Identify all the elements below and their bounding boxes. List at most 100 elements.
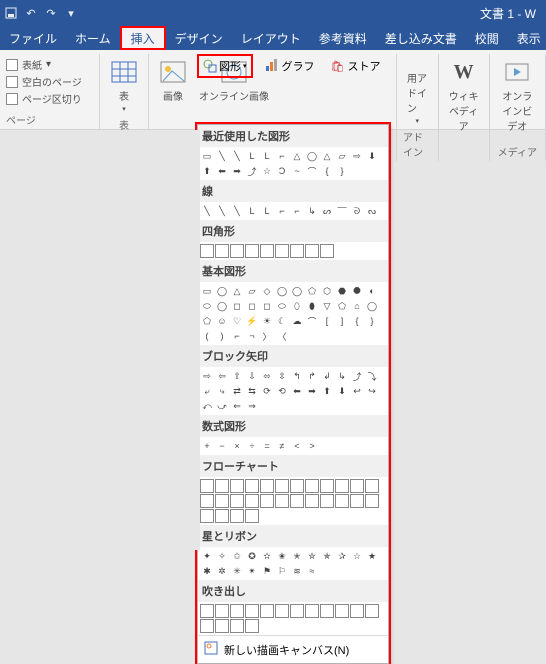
shape-item[interactable]: △ xyxy=(320,149,334,163)
shape-item[interactable]: ▭ xyxy=(200,149,214,163)
shape-item[interactable]: ╲ xyxy=(230,204,244,218)
shape-item[interactable]: ✬ xyxy=(275,549,289,563)
shape-item[interactable]: ⬄ xyxy=(260,369,274,383)
shape-item[interactable]: ◻ xyxy=(260,299,274,313)
shape-item[interactable]: ⬠ xyxy=(200,314,214,328)
shape-item[interactable] xyxy=(230,619,244,633)
shape-item[interactable]: ◯ xyxy=(275,284,289,298)
shape-item[interactable]: △ xyxy=(290,149,304,163)
shape-item[interactable]: = xyxy=(260,439,274,453)
shape-item[interactable]: ⇨ xyxy=(200,369,214,383)
shape-item[interactable] xyxy=(350,604,364,618)
shape-item[interactable]: ◇ xyxy=(260,284,274,298)
shape-item[interactable]: ☀ xyxy=(260,314,274,328)
table-button[interactable]: 表 ▾ xyxy=(106,56,142,115)
shape-item[interactable]: ➡ xyxy=(230,164,244,178)
shape-item[interactable] xyxy=(215,509,229,523)
shape-item[interactable] xyxy=(215,604,229,618)
shape-item[interactable]: L xyxy=(245,149,259,163)
shape-item[interactable]: ⤵ xyxy=(365,369,379,383)
shape-item[interactable]: ⤻ xyxy=(215,399,229,413)
shape-item[interactable]: ⬇ xyxy=(335,384,349,398)
shape-item[interactable] xyxy=(335,494,349,508)
shape-item[interactable]: ⇄ xyxy=(230,384,244,398)
shape-item[interactable]: } xyxy=(365,314,379,328)
tab-home[interactable]: ホーム xyxy=(66,26,120,50)
shape-item[interactable]: ✱ xyxy=(200,564,214,578)
shape-item[interactable] xyxy=(260,479,274,493)
shape-item[interactable]: L xyxy=(245,204,259,218)
page-break-button[interactable]: ページ区切り xyxy=(6,90,82,107)
shape-item[interactable] xyxy=(260,244,274,258)
shape-item[interactable]: ⚡ xyxy=(245,314,259,328)
shape-item[interactable]: ☺ xyxy=(215,314,229,328)
shape-item[interactable]: ⬠ xyxy=(335,299,349,313)
shape-item[interactable]: ◻ xyxy=(245,299,259,313)
shape-item[interactable]: ⇆ xyxy=(245,384,259,398)
pictures-button[interactable]: 画像 xyxy=(155,56,191,105)
shape-item[interactable] xyxy=(305,479,319,493)
shape-item[interactable] xyxy=(215,244,229,258)
shape-item[interactable]: { xyxy=(350,314,364,328)
shape-item[interactable]: ⬇ xyxy=(365,149,379,163)
shape-item[interactable] xyxy=(335,604,349,618)
shape-item[interactable]: ≠ xyxy=(275,439,289,453)
shape-item[interactable] xyxy=(200,619,214,633)
shape-item[interactable]: ⤷ xyxy=(215,384,229,398)
shape-item[interactable]: ⌒ xyxy=(305,314,319,328)
shape-item[interactable] xyxy=(290,494,304,508)
undo-icon[interactable]: ↶ xyxy=(24,6,38,20)
store-button[interactable]: 🛍 ストア xyxy=(327,54,385,78)
shape-item[interactable]: ✴ xyxy=(245,564,259,578)
shape-item[interactable]: ÷ xyxy=(245,439,259,453)
shape-item[interactable] xyxy=(320,494,334,508)
shape-item[interactable] xyxy=(275,604,289,618)
shape-item[interactable]: ▭ xyxy=(200,284,214,298)
online-video-button[interactable]: オンラインビデオ xyxy=(496,56,539,135)
shape-item[interactable]: ⇳ xyxy=(275,369,289,383)
blank-page-button[interactable]: 空白のページ xyxy=(6,73,82,90)
shape-item[interactable]: ) xyxy=(215,329,229,343)
shape-item[interactable] xyxy=(320,244,334,258)
shape-item[interactable]: ✭ xyxy=(290,549,304,563)
tab-file[interactable]: ファイル xyxy=(0,26,66,50)
shape-item[interactable]: ✫ xyxy=(260,549,274,563)
shape-item[interactable]: ↳ xyxy=(305,204,319,218)
shape-item[interactable] xyxy=(215,479,229,493)
shape-item[interactable]: ♡ xyxy=(230,314,244,328)
shape-item[interactable]: ✧ xyxy=(215,549,229,563)
shape-item[interactable]: } xyxy=(335,164,349,178)
shape-item[interactable]: ⬆ xyxy=(320,384,334,398)
shape-item[interactable] xyxy=(245,494,259,508)
shape-item[interactable]: ☾ xyxy=(275,314,289,328)
shape-item[interactable] xyxy=(305,494,319,508)
shape-item[interactable]: × xyxy=(230,439,244,453)
shape-item[interactable] xyxy=(290,244,304,258)
shape-item[interactable] xyxy=(320,479,334,493)
new-drawing-canvas[interactable]: 新しい描画キャンバス(N) xyxy=(198,635,388,663)
shape-item[interactable]: ~ xyxy=(290,164,304,178)
addins-button[interactable]: 用アドイン ▾ xyxy=(403,56,432,127)
shape-item[interactable]: ↩ xyxy=(350,384,364,398)
shape-item[interactable]: ⤶ xyxy=(200,384,214,398)
shape-item[interactable]: ⬣ xyxy=(335,284,349,298)
shape-item[interactable] xyxy=(260,604,274,618)
shape-item[interactable]: ☁ xyxy=(290,314,304,328)
shape-item[interactable]: ⇩ xyxy=(245,369,259,383)
shape-item[interactable]: ⬅ xyxy=(215,164,229,178)
shape-item[interactable]: ◯ xyxy=(215,284,229,298)
shape-item[interactable] xyxy=(305,604,319,618)
shape-item[interactable]: 〉 xyxy=(260,329,274,343)
shape-item[interactable]: ↳ xyxy=(335,369,349,383)
shape-item[interactable]: ⇒ xyxy=(245,399,259,413)
shape-item[interactable]: ⇦ xyxy=(215,369,229,383)
shape-item[interactable]: ⯃ xyxy=(350,284,364,298)
shape-item[interactable] xyxy=(365,494,379,508)
shape-item[interactable]: ⇨ xyxy=(350,149,364,163)
shape-item[interactable]: ⌒ xyxy=(305,164,319,178)
shape-item[interactable]: ▱ xyxy=(335,149,349,163)
tab-references[interactable]: 参考資料 xyxy=(310,26,376,50)
shape-item[interactable] xyxy=(245,244,259,258)
shape-item[interactable]: ◻ xyxy=(230,299,244,313)
shape-item[interactable]: ⌐ xyxy=(275,149,289,163)
